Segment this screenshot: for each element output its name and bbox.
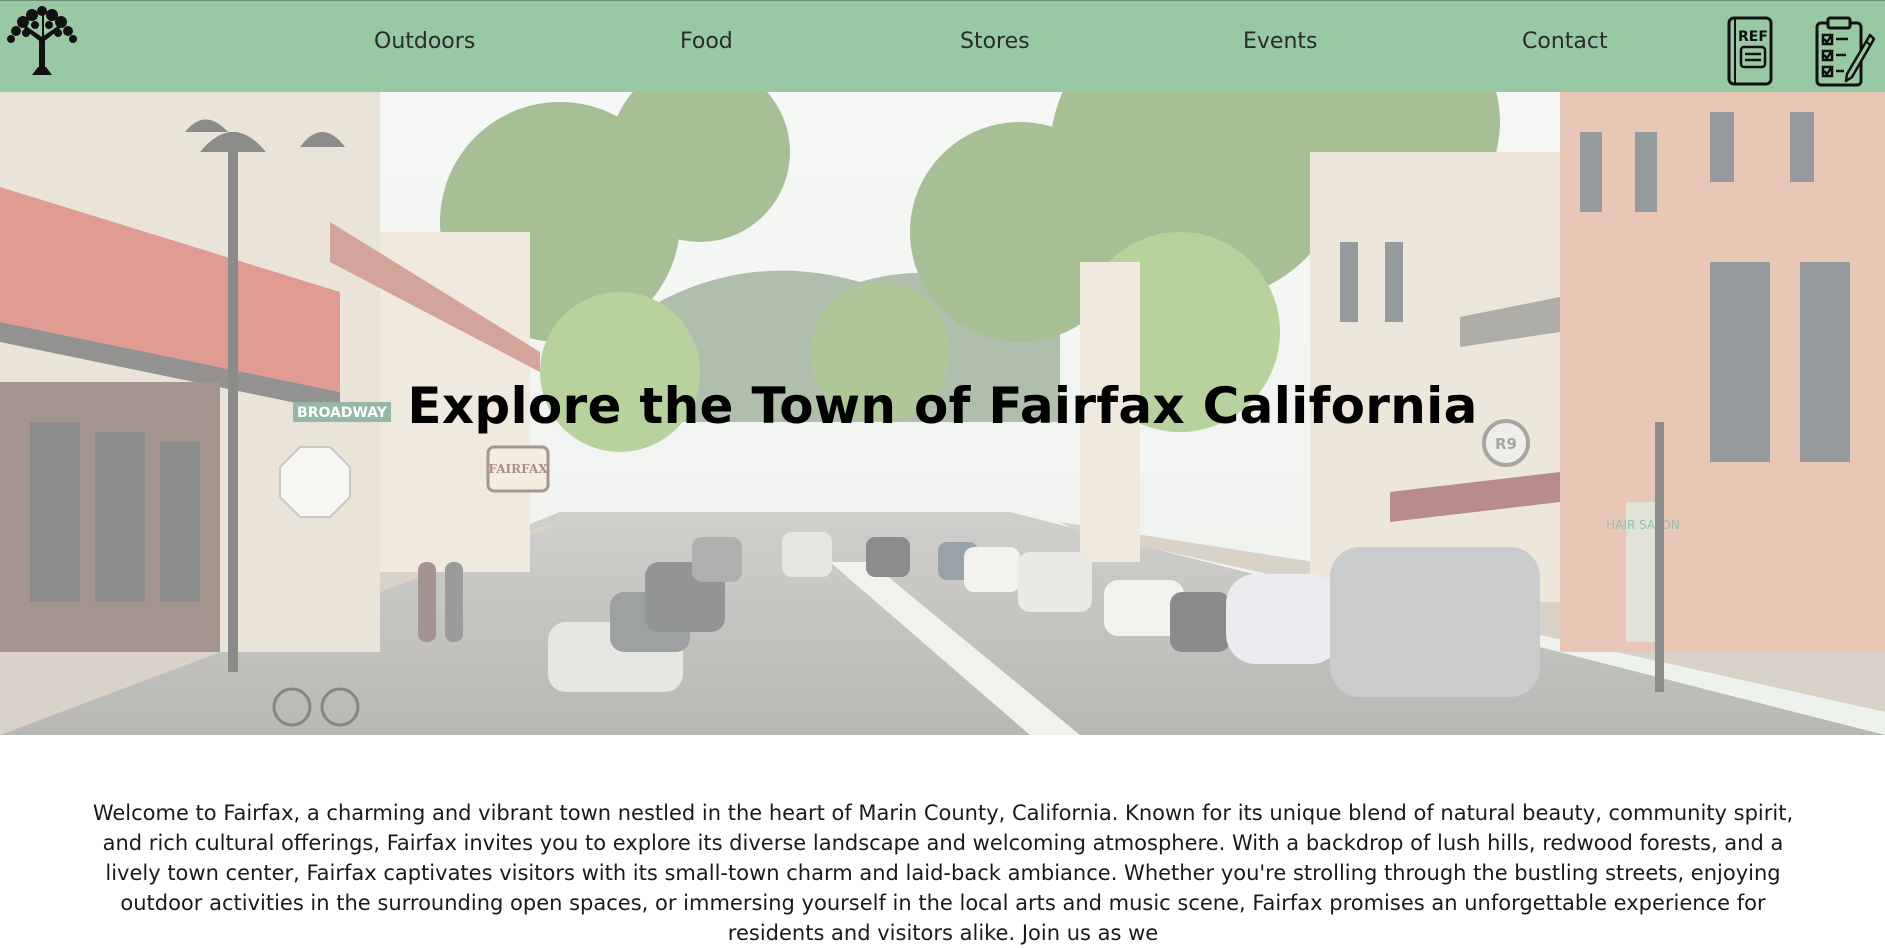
checklist-clipboard-icon[interactable] xyxy=(1814,15,1876,93)
intro-paragraph: Welcome to Fairfax, a charming and vibra… xyxy=(92,801,1794,945)
tree-logo-icon[interactable] xyxy=(2,3,82,77)
ref-book-icon[interactable]: REF xyxy=(1726,15,1774,91)
top-nav: Outdoors Food Stores Events Contact REF xyxy=(0,0,1885,92)
nav-link-outdoors[interactable]: Outdoors xyxy=(374,29,475,54)
nav-link-contact[interactable]: Contact xyxy=(1522,29,1608,54)
ref-book-label: REF xyxy=(1738,29,1768,45)
nav-link-food[interactable]: Food xyxy=(680,29,733,54)
hero-title: Explore the Town of Fairfax California xyxy=(407,377,1478,435)
hero-banner: BROADWAY FAIRFAX R9 HAIR SALON Explore t… xyxy=(0,92,1885,735)
nav-link-stores[interactable]: Stores xyxy=(960,29,1030,54)
nav-link-events[interactable]: Events xyxy=(1243,29,1318,54)
